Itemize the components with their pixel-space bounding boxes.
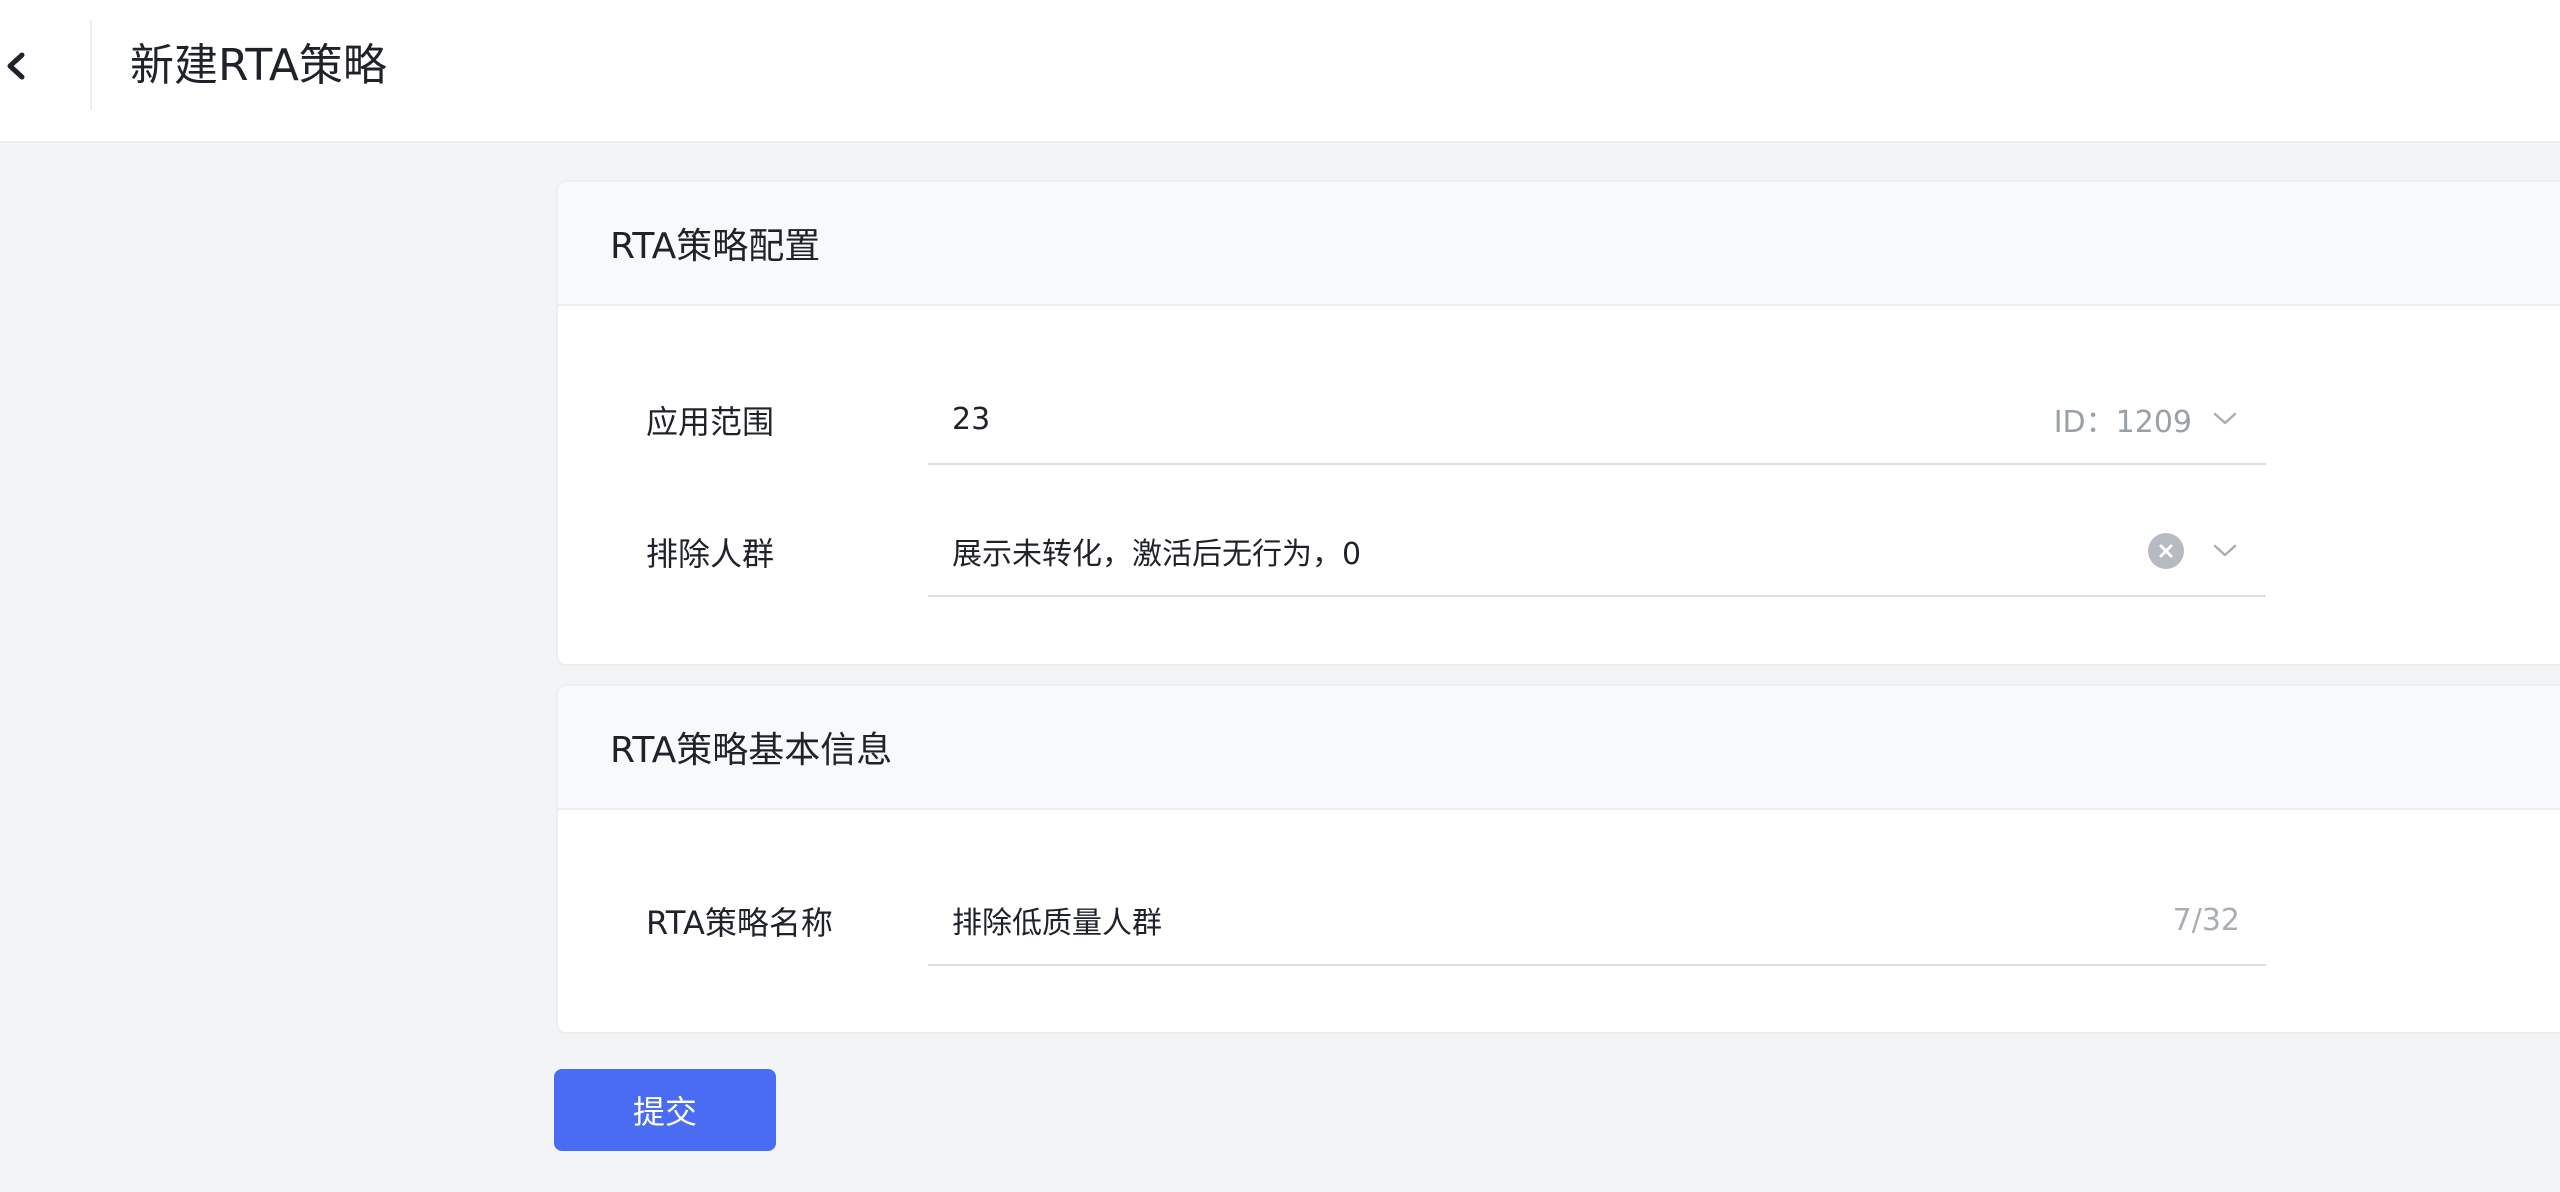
clear-icon[interactable]	[2148, 533, 2184, 569]
scope-row: 应用范围 23 ID：1209	[558, 375, 2560, 465]
back-button[interactable]	[0, 34, 32, 98]
header-divider	[90, 20, 92, 110]
name-row: RTA策略名称 排除低质量人群 7/32	[558, 876, 2560, 966]
config-card: RTA策略配置 应用范围 23 ID：1209 排除人群 展示未转化，激活后无行…	[556, 180, 2560, 666]
chevron-down-icon[interactable]	[2210, 536, 2240, 566]
chevron-left-icon	[7, 52, 25, 80]
info-card: RTA策略基本信息 RTA策略名称 排除低质量人群 7/32	[556, 684, 2560, 1034]
name-label: RTA策略名称	[646, 904, 833, 942]
info-card-title: RTA策略基本信息	[558, 686, 2560, 810]
name-input[interactable]: 排除低质量人群 7/32	[928, 876, 2266, 966]
submit-button[interactable]: 提交	[554, 1069, 776, 1151]
exclude-label: 排除人群	[646, 535, 775, 573]
page-header: 新建RTA策略	[0, 0, 2560, 143]
exclude-select[interactable]: 展示未转化，激活后无行为，0	[928, 507, 2266, 597]
name-value: 排除低质量人群	[952, 906, 1162, 941]
exclude-value: 展示未转化，激活后无行为，0	[952, 537, 1362, 572]
config-card-title: RTA策略配置	[558, 182, 2560, 306]
char-counter: 7/32	[2172, 902, 2240, 938]
exclude-row: 排除人群 展示未转化，激活后无行为，0	[558, 507, 2560, 597]
scope-select[interactable]: 23 ID：1209	[928, 375, 2266, 465]
scope-id-suffix: ID：1209	[2053, 405, 2192, 440]
scope-label: 应用范围	[646, 403, 775, 441]
scope-value: 23	[952, 401, 991, 437]
page-title: 新建RTA策略	[130, 40, 387, 91]
chevron-down-icon[interactable]	[2210, 404, 2240, 434]
